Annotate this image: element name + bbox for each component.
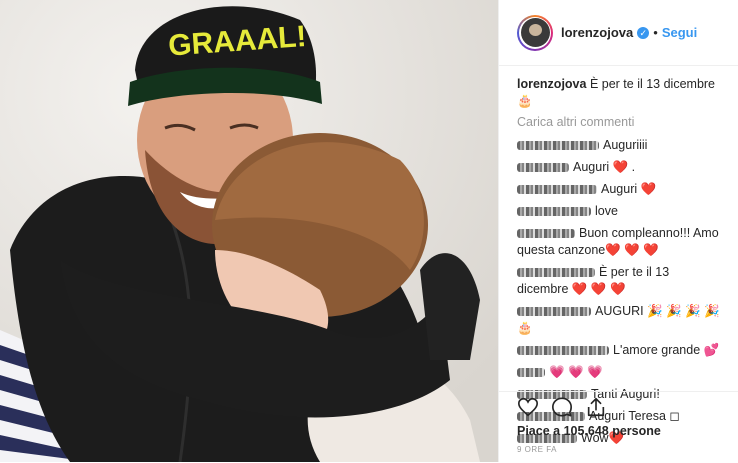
comment-text: Auguriiii [603, 138, 648, 152]
blurred-username[interactable] [517, 185, 597, 195]
comment-item: 💗 💗 💗 [517, 364, 722, 381]
comment-icon[interactable] [551, 396, 573, 418]
comments-list: lorenzojova È per te il 13 dicembre🎂 Car… [499, 66, 738, 447]
comment-item: AUGURI 🎉 🎉 🎉 🎉 🎂 [517, 303, 722, 337]
post-timestamp[interactable]: 9 ORE FA [517, 445, 557, 454]
comment-item: L'amore grande 💕 [517, 342, 722, 359]
follow-button[interactable]: Segui [662, 25, 697, 40]
header-username[interactable]: lorenzojova [561, 25, 633, 40]
comment-item: Auguri ❤️ [517, 181, 722, 198]
blurred-username[interactable] [517, 163, 569, 173]
post-actions: Piace a 105.648 persone 9 ORE FA [499, 391, 738, 463]
comment-text: love [595, 204, 618, 218]
post-photo[interactable]: GRAAAL! [0, 0, 498, 462]
blurred-username[interactable] [517, 229, 575, 239]
blurred-username[interactable] [517, 346, 609, 356]
post-sidebar: lorenzojova ✓ • Segui lorenzojova È per … [498, 0, 738, 462]
comment-text: Auguri ❤️ [601, 182, 657, 196]
comment-text: Auguri ❤️ . [573, 160, 636, 174]
likes-count[interactable]: Piace a 105.648 persone [517, 424, 661, 438]
instagram-post: GRAAAL! lorenzojova ✓ • Segui lorenzojov [0, 0, 738, 462]
post-header: lorenzojova ✓ • Segui [499, 0, 738, 66]
blurred-username[interactable] [517, 268, 595, 278]
heart-icon[interactable] [517, 396, 539, 418]
comment-item: love [517, 203, 722, 220]
share-icon[interactable] [585, 396, 607, 418]
comment-text: 💗 💗 💗 [549, 365, 603, 379]
verified-badge-icon: ✓ [637, 26, 650, 39]
post-caption: lorenzojova È per te il 13 dicembre🎂 [517, 76, 722, 110]
comment-text: L'amore grande 💕 [613, 343, 720, 357]
blurred-username[interactable] [517, 207, 591, 217]
photo-illustration: GRAAAL! [0, 0, 498, 462]
blurred-username[interactable] [517, 141, 599, 151]
blurred-username[interactable] [517, 307, 591, 317]
load-more-comments-link[interactable]: Carica altri commenti [517, 114, 722, 131]
action-icons [517, 396, 607, 418]
avatar[interactable] [517, 14, 553, 51]
caption-username[interactable]: lorenzojova [517, 77, 586, 91]
comment-item: Auguri ❤️ . [517, 159, 722, 176]
comment-item: Buon compleanno!!! Amo questa canzone❤️ … [517, 225, 722, 259]
blurred-username[interactable] [517, 368, 545, 378]
separator-dot: • [653, 25, 658, 40]
comment-item: È per te il 13 dicembre ❤️ ❤️ ❤️ [517, 264, 722, 298]
comment-item: Auguriiii [517, 137, 722, 154]
